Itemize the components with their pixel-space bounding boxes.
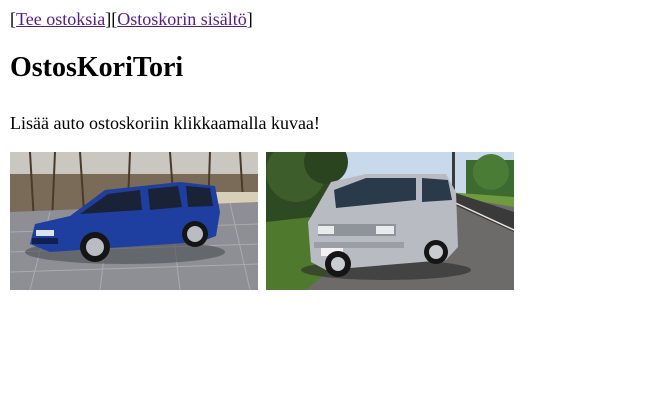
page: [Tee ostoksia][Ostoskorin sisältö] Ostos…: [0, 0, 646, 401]
car-image-blue-wagon[interactable]: [10, 152, 258, 290]
blue-station-wagon-photo: [10, 152, 258, 290]
nav-bracket-mid: ][: [105, 9, 118, 29]
nav-link-cart-contents[interactable]: Ostoskorin sisältö: [117, 9, 247, 29]
silver-van-photo: [266, 152, 514, 290]
car-gallery: [10, 152, 636, 290]
page-title: OstosKoriTori: [10, 52, 184, 83]
instruction-text: Lisää auto ostoskoriin klikkaamalla kuva…: [10, 113, 320, 133]
nav-link-shop[interactable]: Tee ostoksia: [16, 9, 105, 29]
top-navigation: [Tee ostoksia][Ostoskorin sisältö]: [10, 8, 636, 30]
nav-bracket-close: ]: [246, 9, 253, 29]
car-image-silver-van[interactable]: [266, 152, 514, 290]
